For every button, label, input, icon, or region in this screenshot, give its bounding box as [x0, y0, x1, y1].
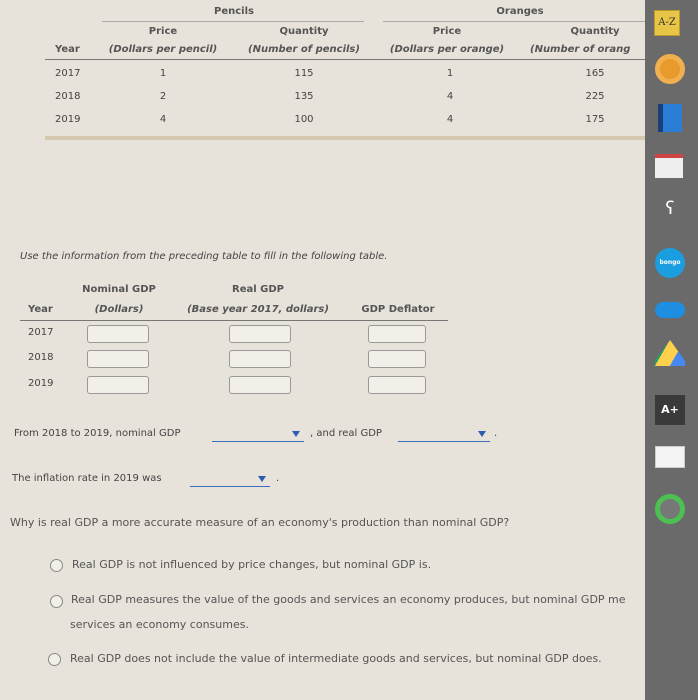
year-cell: 2019	[55, 114, 81, 125]
real-gdp-unit: (Base year 2017, dollars)	[187, 304, 329, 315]
dropdown-arrow-icon	[258, 476, 266, 482]
instructions: Use the information from the preceding t…	[20, 251, 388, 262]
sentence1-end: .	[494, 428, 498, 439]
cell: 115	[294, 68, 314, 79]
gdp-deflator-2018-input[interactable]	[368, 350, 426, 368]
cell: 4	[159, 114, 167, 125]
radio-button[interactable]	[50, 595, 63, 608]
onedrive-icon[interactable]	[655, 302, 685, 318]
year-header: Year	[55, 44, 80, 55]
col-unit: (Number of orang	[530, 44, 631, 55]
nominal-gdp-change-dropdown[interactable]	[212, 428, 304, 442]
year-cell: 2018	[28, 352, 54, 363]
col-header: Price	[148, 26, 178, 37]
col-unit: (Number of pencils)	[248, 44, 360, 55]
col-unit: (Dollars per pencil)	[108, 44, 218, 55]
gdp-deflator-2017-input[interactable]	[368, 325, 426, 343]
group-oranges: Oranges	[496, 6, 544, 17]
option-label[interactable]: Real GDP is not influenced by price chan…	[72, 558, 431, 571]
cell: 135	[294, 91, 314, 102]
cell: 175	[585, 114, 605, 125]
year-cell: 2017	[28, 327, 54, 338]
radio-button[interactable]	[50, 559, 63, 572]
sidebar-toolbar: A-Z ʕ bongo A+	[645, 0, 698, 700]
inflation-rate-dropdown[interactable]	[190, 473, 270, 487]
google-drive-icon[interactable]	[655, 340, 685, 366]
col-unit: (Dollars per orange)	[389, 44, 505, 55]
green-user-icon[interactable]	[655, 494, 685, 524]
a-z-icon[interactable]: A-Z	[654, 10, 680, 36]
notepad-icon[interactable]	[655, 154, 683, 178]
col-header: Price	[432, 26, 462, 37]
col-header: Quantity	[279, 26, 329, 37]
a-plus-icon[interactable]: A+	[655, 395, 685, 425]
nominal-gdp-2018-input[interactable]	[87, 350, 149, 368]
dropdown-arrow-icon	[478, 431, 486, 437]
sentence2-end: .	[276, 473, 280, 484]
year-cell: 2017	[55, 68, 81, 79]
cell: 100	[294, 114, 314, 125]
nominal-gdp-unit: (Dollars)	[94, 304, 144, 315]
nominal-gdp-header: Nominal GDP	[82, 284, 156, 295]
col-header: Quantity	[570, 26, 620, 37]
cell: 4	[446, 114, 454, 125]
real-gdp-2019-input[interactable]	[229, 376, 291, 394]
real-gdp-header: Real GDP	[232, 284, 284, 295]
group-pencils: Pencils	[214, 6, 254, 17]
real-gdp-change-dropdown[interactable]	[398, 428, 490, 442]
cell: 4	[446, 91, 454, 102]
cell: 165	[585, 68, 605, 79]
option-label-cont[interactable]: services an economy consumes.	[70, 618, 249, 631]
real-gdp-2017-input[interactable]	[229, 325, 291, 343]
papers-icon[interactable]	[655, 446, 685, 468]
gdp-deflator-2019-input[interactable]	[368, 376, 426, 394]
speech-icon[interactable]: ʕ	[655, 198, 685, 228]
sentence2-part1: The inflation rate in 2019 was	[12, 473, 162, 484]
option-label[interactable]: Real GDP measures the value of the goods…	[71, 593, 626, 606]
option-label[interactable]: Real GDP does not include the value of i…	[70, 652, 602, 665]
book-icon[interactable]	[658, 104, 682, 132]
real-gdp-2018-input[interactable]	[229, 350, 291, 368]
nominal-gdp-2017-input[interactable]	[87, 325, 149, 343]
gdp-deflator-header: GDP Deflator	[361, 304, 435, 315]
orange-disc-icon[interactable]	[655, 54, 685, 84]
year-header: Year	[28, 304, 53, 315]
year-cell: 2018	[55, 91, 81, 102]
bongo-icon[interactable]: bongo	[655, 248, 685, 278]
question-text: Why is real GDP a more accurate measure …	[10, 516, 510, 529]
nominal-gdp-2019-input[interactable]	[87, 376, 149, 394]
radio-button[interactable]	[48, 653, 61, 666]
sentence1-part1: From 2018 to 2019, nominal GDP	[14, 428, 181, 439]
cell: 2	[159, 91, 167, 102]
sentence1-part2: , and real GDP	[310, 428, 382, 439]
cell: 225	[585, 91, 605, 102]
cell: 1	[159, 68, 167, 79]
dropdown-arrow-icon	[292, 431, 300, 437]
cell: 1	[446, 68, 454, 79]
year-cell: 2019	[28, 378, 54, 389]
